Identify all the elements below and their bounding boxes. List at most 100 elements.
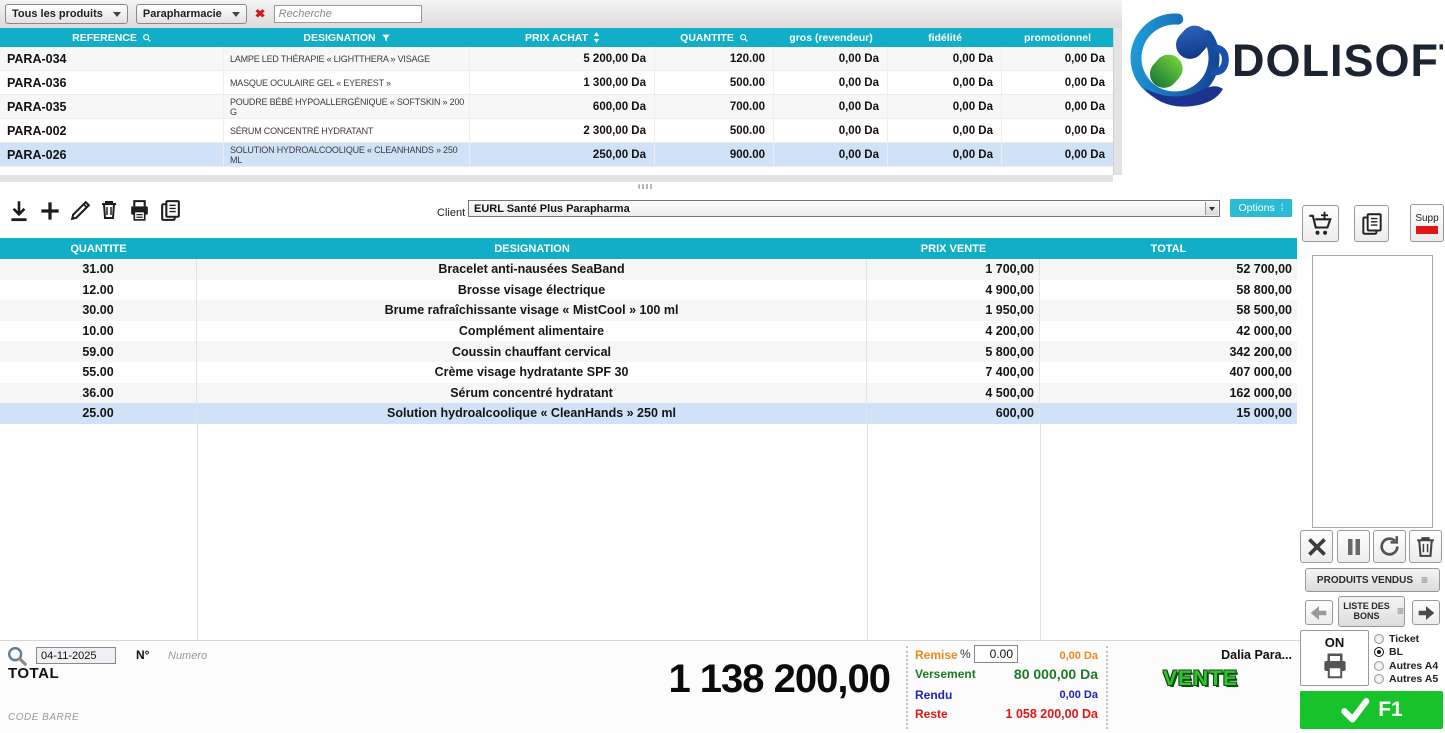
cell-quantite: 700.00	[655, 95, 774, 118]
options-button[interactable]: Options ⁞	[1230, 199, 1292, 217]
barcode-input[interactable]	[6, 709, 226, 725]
column-header-promotionnel[interactable]: promotionnel	[1002, 28, 1113, 47]
versement-amount: 80 000,00 Da	[1014, 666, 1098, 682]
column-header-fidelite[interactable]: fidélité	[888, 28, 1002, 47]
chevron-down-icon[interactable]	[1205, 202, 1218, 215]
pause-icon	[1342, 535, 1366, 559]
cell-total: 42 000,00	[1040, 321, 1297, 342]
cart-row[interactable]: 59.00 Coussin chauffant cervical 5 800,0…	[0, 341, 1297, 362]
vertical-scrollbar[interactable]	[1113, 28, 1122, 175]
cell-prix-vente: 1 700,00	[867, 259, 1040, 280]
table-row[interactable]: PARA-026 SOLUTION HYDROALCOOLIQUE « CLEA…	[0, 143, 1113, 167]
cell-reference: PARA-035	[0, 95, 224, 118]
radio-icon	[1374, 661, 1384, 671]
add-icon[interactable]	[37, 198, 63, 224]
cell-designation: POUDRE BÉBÉ HYPOALLERGÉNIQUE « SOFTSKIN …	[224, 95, 470, 118]
cell-total: 52 700,00	[1040, 259, 1297, 280]
splitter-grip-icon[interactable]	[638, 184, 654, 189]
liste-des-bons-button[interactable]: LISTE DES BONS ≡	[1338, 596, 1405, 627]
cell-total: 58 500,00	[1040, 300, 1297, 321]
cart-row[interactable]: 12.00 Brosse visage électrique 4 900,00 …	[0, 280, 1297, 301]
cell-promotionnel: 0,00 Da	[1002, 143, 1113, 166]
print-icon[interactable]	[127, 198, 153, 224]
print-option-label: BL	[1389, 646, 1403, 658]
client-select[interactable]: EURL Santé Plus Parapharma	[468, 200, 1220, 217]
column-label: promotionnel	[1024, 32, 1091, 44]
copy-icon[interactable]	[158, 198, 184, 224]
products-table-body: PARA-034 LAMPE LED THÉRAPIE « LIGHTTHERA…	[0, 47, 1113, 167]
edit-icon[interactable]	[68, 198, 94, 224]
pause-button[interactable]	[1337, 530, 1370, 563]
supp-button[interactable]: Supp	[1410, 204, 1444, 242]
cell-gros: 0,00 Da	[774, 47, 888, 70]
cell-reference: PARA-034	[0, 47, 224, 70]
printer-button[interactable]: ON	[1300, 630, 1369, 686]
held-tickets-list[interactable]	[1312, 255, 1433, 528]
column-header-gros[interactable]: gros (revendeur)	[774, 28, 888, 47]
table-row[interactable]: PARA-034 LAMPE LED THÉRAPIE « LIGHTTHERA…	[0, 47, 1113, 71]
column-header-quantite[interactable]: QUANTITE	[655, 28, 774, 47]
print-option[interactable]: Ticket	[1374, 632, 1444, 646]
cell-designation: Complément alimentaire	[197, 321, 867, 342]
operator-name: Dalia Para...	[1115, 648, 1292, 662]
cart-row[interactable]: 10.00 Complément alimentaire 4 200,00 42…	[0, 321, 1297, 342]
import-icon[interactable]	[6, 198, 32, 224]
trash-icon	[1413, 534, 1438, 559]
cart-row[interactable]: 55.00 Crème visage hydratante SPF 30 7 4…	[0, 362, 1297, 383]
red-bar-icon	[1416, 226, 1438, 234]
column-header-quantite[interactable]: QUANTITE	[0, 243, 197, 255]
delete-icon[interactable]	[97, 198, 123, 224]
liste-des-bons-label: LISTE DES BONS	[1339, 602, 1394, 622]
print-option[interactable]: Autres A4	[1374, 659, 1444, 673]
numero-input[interactable]	[166, 647, 296, 664]
filter-toolbar: Tous les produits Parapharmacie ✖	[0, 0, 1122, 28]
column-header-designation[interactable]: DESIGNATION	[224, 28, 470, 47]
add-to-cart-button[interactable]	[1302, 205, 1339, 242]
print-option[interactable]: Autres A5	[1374, 673, 1444, 687]
previous-button[interactable]	[1305, 600, 1333, 625]
horizontal-scrollbar[interactable]	[0, 175, 1113, 182]
column-header-designation[interactable]: DESIGNATION	[197, 243, 867, 255]
produits-vendus-button[interactable]: PRODUITS VENDUS ≡	[1305, 568, 1440, 592]
clear-filter-icon[interactable]: ✖	[255, 7, 266, 21]
refresh-button[interactable]	[1373, 530, 1406, 563]
table-row[interactable]: PARA-035 POUDRE BÉBÉ HYPOALLERGÉNIQUE « …	[0, 95, 1113, 119]
cart-toolbar: Client EURL Santé Plus Parapharma Option…	[0, 192, 1300, 236]
search-icon[interactable]	[6, 645, 28, 667]
numero-label: N°	[136, 648, 149, 662]
next-button[interactable]	[1412, 600, 1440, 625]
cell-quantite: 30.00	[0, 300, 197, 321]
search-input[interactable]	[274, 5, 422, 23]
category-dropdown[interactable]: Tous les produits	[5, 4, 128, 24]
subcategory-dropdown[interactable]: Parapharmacie	[136, 4, 247, 24]
cell-total: 58 800,00	[1040, 280, 1297, 301]
cell-designation: Brosse visage électrique	[197, 280, 867, 301]
cell-quantite: 900.00	[655, 143, 774, 166]
column-header-prix-achat[interactable]: PRIX ACHAT	[470, 28, 655, 47]
cart-row[interactable]: 25.00 Solution hydroalcoolique « CleanHa…	[0, 403, 1297, 424]
cart-row[interactable]: 36.00 Sérum concentré hydratant 4 500,00…	[0, 383, 1297, 404]
cell-prix-vente: 1 950,00	[867, 300, 1040, 321]
cell-quantite: 10.00	[0, 321, 197, 342]
documents-button[interactable]	[1354, 205, 1389, 242]
date-input[interactable]	[36, 647, 116, 664]
cell-prix-vente: 4 500,00	[867, 383, 1040, 404]
column-header-reference[interactable]: REFERENCE	[0, 28, 224, 47]
total-label: TOTAL	[8, 665, 59, 682]
cart-row[interactable]: 31.00 Bracelet anti-nausées SeaBand 1 70…	[0, 259, 1297, 280]
column-header-prix-vente[interactable]: PRIX VENTE	[867, 243, 1040, 255]
cell-fidelite: 0,00 Da	[888, 71, 1002, 94]
cell-quantite: 55.00	[0, 362, 197, 383]
trash-button[interactable]	[1409, 530, 1442, 563]
column-header-total[interactable]: TOTAL	[1040, 243, 1297, 255]
remise-input[interactable]	[974, 645, 1018, 663]
cell-quantite: 12.00	[0, 280, 197, 301]
print-option[interactable]: BL	[1374, 646, 1444, 660]
table-row[interactable]: PARA-036 MASQUE OCULAIRE GEL « EYEREST »…	[0, 71, 1113, 95]
cancel-button[interactable]	[1300, 530, 1333, 563]
table-row[interactable]: PARA-002 SÉRUM CONCENTRÉ HYDRATANT 2 300…	[0, 119, 1113, 143]
filter-icon	[381, 33, 391, 43]
cell-reference: PARA-036	[0, 71, 224, 94]
cart-row[interactable]: 30.00 Brume rafraîchissante visage « Mis…	[0, 300, 1297, 321]
validate-f1-button[interactable]: F1	[1300, 691, 1443, 729]
